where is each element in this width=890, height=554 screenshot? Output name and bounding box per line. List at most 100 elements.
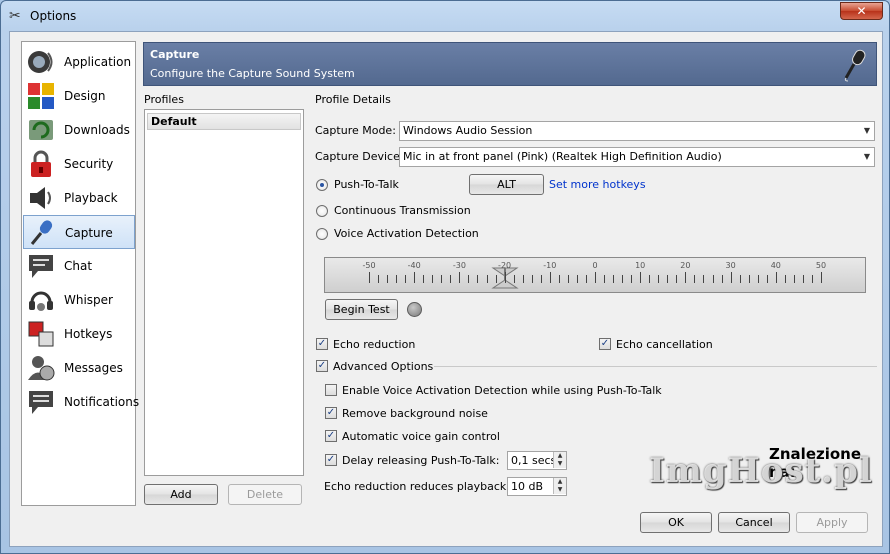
capture-device-select[interactable]: Mic in at front panel (Pink) (Realtek Hi… [399, 147, 875, 167]
close-button[interactable]: ✕ [840, 2, 883, 20]
capture-mode-select[interactable]: Windows Audio Session ▼ [399, 121, 875, 141]
meter-tick [477, 275, 479, 283]
meter-tick [793, 275, 795, 283]
section-title: Capture [150, 48, 200, 61]
sidebar-item-label: Security [64, 157, 114, 171]
meter-tick [549, 272, 551, 283]
cancel-button[interactable]: Cancel [718, 512, 790, 533]
meter-tick [775, 272, 777, 283]
automatic-gain-checkbox[interactable]: ✓ [325, 430, 337, 442]
profiles-list[interactable]: Default [144, 109, 304, 476]
meter-tick [721, 275, 723, 283]
meter-tick [558, 275, 560, 283]
meter-tick-label: 50 [815, 261, 827, 270]
meter-tick-label: -10 [543, 261, 557, 270]
meter-tick [703, 275, 705, 283]
delay-ptt-spinbox[interactable]: 0,1 secs ▲ ▼ [507, 451, 567, 470]
echo-playback-label: Echo reduction reduces playback by: [324, 480, 527, 493]
meter-tick [766, 275, 768, 283]
echo-cancellation-checkbox[interactable]: ✓ [599, 338, 611, 350]
sidebar-item-label: Hotkeys [64, 327, 113, 341]
voice-activation-radio[interactable] [316, 228, 328, 240]
sidebar-item-application[interactable]: Application [23, 45, 135, 79]
sidebar-item-design[interactable]: Design [23, 79, 135, 113]
begin-test-button[interactable]: Begin Test [325, 299, 398, 320]
meter-tick [730, 272, 732, 283]
meter-tick [649, 275, 651, 283]
meter-tick [396, 275, 398, 283]
meter-tick-label: 30 [725, 261, 736, 270]
meter-tick [468, 275, 470, 283]
sidebar-item-label: Playback [64, 191, 118, 205]
meter-tick [739, 275, 741, 283]
sidebar-item-whisper[interactable]: Whisper [23, 283, 135, 317]
continuous-transmission-label: Continuous Transmission [334, 204, 471, 217]
meter-tick [522, 275, 524, 283]
set-more-hotkeys-link[interactable]: Set more hotkeys [549, 178, 646, 191]
advanced-options-checkbox[interactable]: ✓ [316, 360, 328, 372]
meter-tick [748, 275, 750, 283]
meter-tick [667, 275, 669, 283]
advanced-options-divider [434, 366, 877, 367]
headset-icon [29, 291, 53, 311]
meter-tick-label: -20 [498, 261, 512, 270]
delay-ptt-checkbox[interactable]: ✓ [325, 454, 337, 466]
notifications-icon [29, 391, 53, 414]
spin-up-icon[interactable]: ▲ [553, 478, 566, 486]
meter-tick [585, 275, 587, 283]
ok-button[interactable]: OK [640, 512, 712, 533]
sidebar-item-label: Notifications [64, 395, 140, 409]
echo-reduction-label: Echo reduction [333, 338, 416, 351]
sidebar-item-notifications[interactable]: Notifications [23, 385, 139, 419]
sidebar-item-capture[interactable]: Capture [23, 215, 135, 249]
sidebar-item-security[interactable]: Security [23, 147, 135, 181]
capture-device-label: Capture Device: [315, 150, 404, 163]
apply-button[interactable]: Apply [796, 512, 868, 533]
meter-tick-label: 40 [770, 261, 781, 270]
spin-down-icon[interactable]: ▼ [553, 460, 566, 468]
sidebar-item-hotkeys[interactable]: Hotkeys [23, 317, 135, 351]
section-subtitle: Configure the Capture Sound System [150, 67, 355, 80]
meter-tick-label: 0 [592, 261, 598, 270]
add-profile-button[interactable]: Add [144, 484, 218, 505]
spin-down-icon[interactable]: ▼ [553, 486, 566, 494]
meter-tick [694, 275, 696, 283]
echo-reduction-checkbox[interactable]: ✓ [316, 338, 328, 350]
delete-profile-button[interactable]: Delete [228, 484, 302, 505]
messages-icon [28, 356, 55, 381]
continuous-transmission-radio[interactable] [316, 205, 328, 217]
window-title: Options [30, 9, 77, 23]
delay-ptt-value: 0,1 secs [511, 454, 557, 467]
meter-tick [811, 275, 813, 283]
meter-tick [540, 275, 542, 283]
meter-tick [685, 272, 687, 283]
echo-cancellation-label: Echo cancellation [616, 338, 713, 351]
meter-tick-label: -50 [362, 261, 376, 270]
section-header: Capture Configure the Capture Sound Syst… [143, 42, 877, 86]
spin-up-icon[interactable]: ▲ [553, 452, 566, 460]
meter-tick [450, 275, 452, 283]
remove-background-noise-label: Remove background noise [342, 407, 488, 420]
meter-tick-label: 10 [635, 261, 646, 270]
enable-vad-ptt-label: Enable Voice Activation Detection while … [342, 384, 662, 397]
meter-tick [640, 272, 642, 283]
capture-device-value: Mic in at front panel (Pink) (Realtek Hi… [403, 150, 722, 163]
title-bar: ✂ Options ✕ [1, 1, 889, 31]
sidebar-item-chat[interactable]: Chat [23, 249, 135, 283]
list-item[interactable]: Default [147, 113, 301, 130]
meter-tick [414, 272, 416, 283]
meter-tick [441, 275, 443, 283]
hotkey-button[interactable]: ALT [469, 174, 544, 195]
push-to-talk-radio[interactable] [316, 179, 328, 191]
enable-vad-ptt-checkbox[interactable] [325, 384, 337, 396]
sidebar-item-playback[interactable]: Playback [23, 181, 135, 215]
voice-level-meter[interactable]: -50 -40 -30 -20 -10 0 10 20 30 40 50 [324, 257, 866, 293]
voice-indicator-led [407, 302, 422, 317]
echo-playback-spinbox[interactable]: 10 dB ▲ ▼ [507, 477, 567, 496]
sidebar-item-messages[interactable]: Messages [23, 351, 135, 385]
sidebar-item-label: Downloads [64, 123, 130, 137]
meter-tick [378, 275, 380, 283]
sidebar-item-downloads[interactable]: Downloads [23, 113, 135, 147]
profiles-heading: Profiles [144, 93, 184, 106]
remove-background-noise-checkbox[interactable]: ✓ [325, 407, 337, 419]
